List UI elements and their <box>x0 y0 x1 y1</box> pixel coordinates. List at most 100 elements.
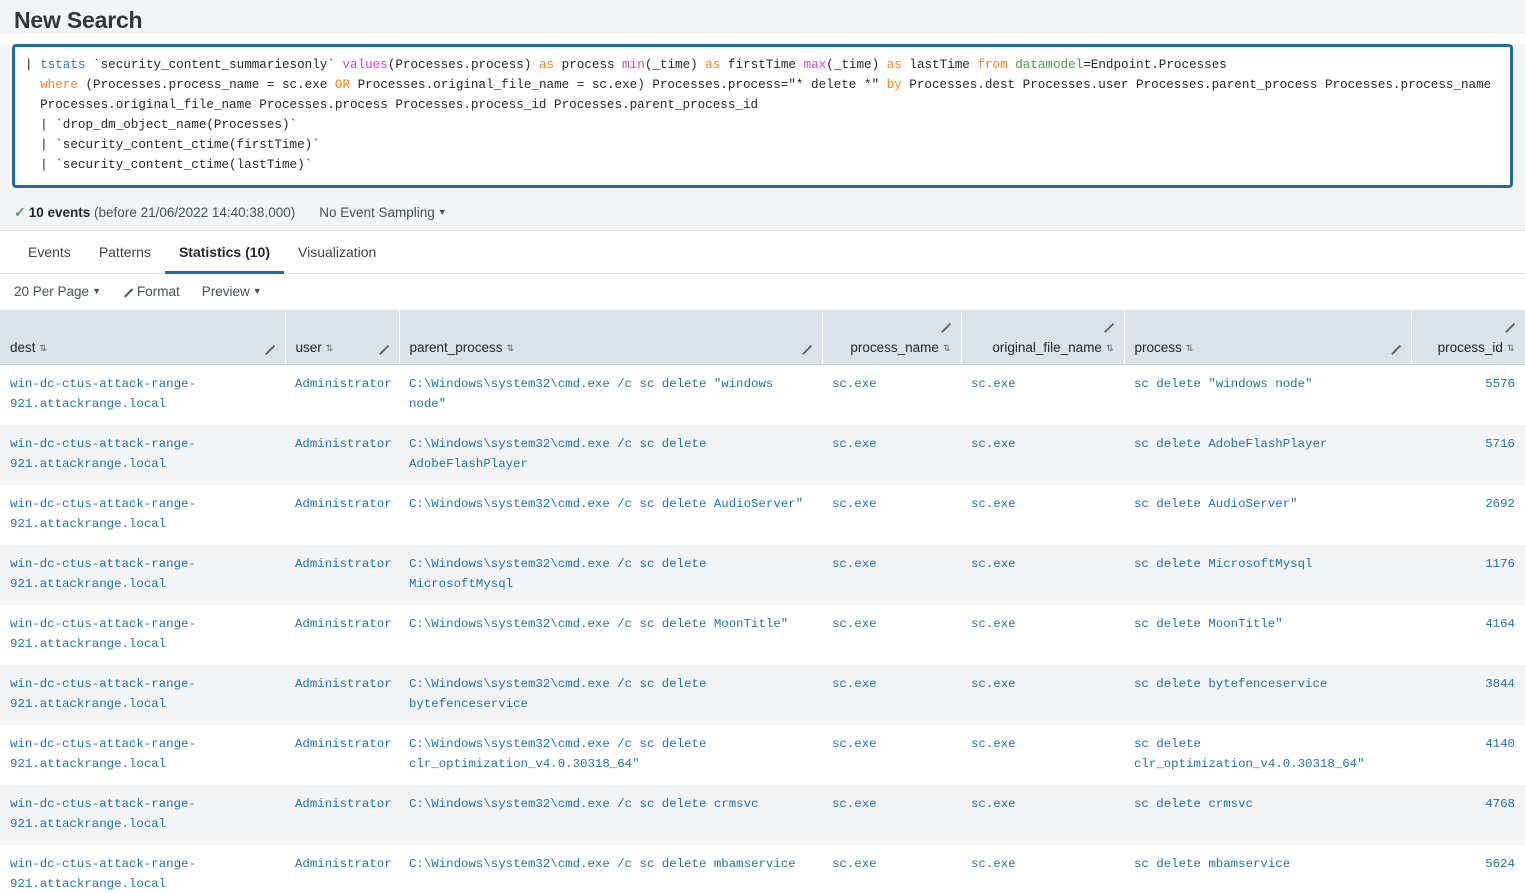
table-row[interactable]: win-dc-ctus-attack-range-921.attackrange… <box>0 604 1525 665</box>
cell-user[interactable]: Administrator <box>285 424 399 485</box>
table-row[interactable]: win-dc-ctus-attack-range-921.attackrange… <box>0 784 1525 845</box>
cell-process[interactable]: sc delete AdobeFlashPlayer <box>1124 424 1411 485</box>
tab-visualization[interactable]: Visualization <box>284 231 390 274</box>
cell-process-name[interactable]: sc.exe <box>822 724 961 785</box>
cell-process-id[interactable]: 5576 <box>1411 364 1525 425</box>
sort-arrows-icon[interactable]: ⇅ <box>1507 343 1515 353</box>
table-row[interactable]: win-dc-ctus-attack-range-921.attackrange… <box>0 424 1525 485</box>
cell-process[interactable]: sc delete MicrosoftMysql <box>1124 544 1411 605</box>
sort-arrows-icon[interactable]: ⇅ <box>507 343 515 353</box>
cell-dest[interactable]: win-dc-ctus-attack-range-921.attackrange… <box>0 724 285 785</box>
cell-parent-process[interactable]: C:\Windows\system32\cmd.exe /c sc delete… <box>399 364 822 425</box>
cell-user[interactable]: Administrator <box>285 484 399 545</box>
statistics-table-container[interactable]: dest ⇅ user ⇅ parent_process ⇅ process_name ⇅ or… <box>0 311 1525 893</box>
format-button[interactable]: Format <box>123 284 180 299</box>
tab-events[interactable]: Events <box>14 231 85 274</box>
cell-original-file-name[interactable]: sc.exe <box>961 364 1124 425</box>
cell-user[interactable]: Administrator <box>285 844 399 893</box>
cell-dest[interactable]: win-dc-ctus-attack-range-921.attackrange… <box>0 484 285 545</box>
cell-process-id[interactable]: 4164 <box>1411 604 1525 665</box>
cell-original-file-name[interactable]: sc.exe <box>961 844 1124 893</box>
cell-process-name[interactable]: sc.exe <box>822 544 961 605</box>
table-row[interactable]: win-dc-ctus-attack-range-921.attackrange… <box>0 844 1525 893</box>
cell-user[interactable]: Administrator <box>285 664 399 725</box>
table-row[interactable]: win-dc-ctus-attack-range-921.attackrange… <box>0 484 1525 545</box>
cell-process-id[interactable]: 2692 <box>1411 484 1525 545</box>
cell-process-id[interactable]: 3844 <box>1411 664 1525 725</box>
cell-original-file-name[interactable]: sc.exe <box>961 664 1124 725</box>
cell-user[interactable]: Administrator <box>285 544 399 605</box>
cell-dest[interactable]: win-dc-ctus-attack-range-921.attackrange… <box>0 784 285 845</box>
cell-dest[interactable]: win-dc-ctus-attack-range-921.attackrange… <box>0 604 285 665</box>
cell-process[interactable]: sc delete "windows node" <box>1124 364 1411 425</box>
column-edit-pencil-icon[interactable] <box>1503 321 1515 333</box>
cell-parent-process[interactable]: C:\Windows\system32\cmd.exe /c sc delete… <box>399 484 822 545</box>
cell-process[interactable]: sc delete AudioServer" <box>1124 484 1411 545</box>
cell-user[interactable]: Administrator <box>285 364 399 425</box>
cell-user[interactable]: Administrator <box>285 604 399 665</box>
cell-user[interactable]: Administrator <box>285 784 399 845</box>
cell-parent-process[interactable]: C:\Windows\system32\cmd.exe /c sc delete… <box>399 844 822 893</box>
cell-original-file-name[interactable]: sc.exe <box>961 724 1124 785</box>
cell-parent-process[interactable]: C:\Windows\system32\cmd.exe /c sc delete… <box>399 664 822 725</box>
cell-process-name[interactable]: sc.exe <box>822 784 961 845</box>
column-edit-pencil-icon[interactable] <box>1389 343 1401 355</box>
cell-process-name[interactable]: sc.exe <box>822 364 961 425</box>
per-page-dropdown[interactable]: 20 Per Page ▼ <box>14 284 101 299</box>
sort-arrows-icon[interactable]: ⇅ <box>1106 343 1114 353</box>
cell-process[interactable]: sc delete mbamservice <box>1124 844 1411 893</box>
sort-arrows-icon[interactable]: ⇅ <box>326 343 334 353</box>
column-header-process-id[interactable]: process_id ⇅ <box>1411 311 1525 365</box>
sort-arrows-icon[interactable]: ⇅ <box>1186 343 1194 353</box>
column-header-original-file-name[interactable]: original_file_name ⇅ <box>961 311 1125 365</box>
column-header-process-name[interactable]: process_name ⇅ <box>822 311 962 365</box>
cell-process-id[interactable]: 5624 <box>1411 844 1525 893</box>
column-header-user[interactable]: user ⇅ <box>285 311 400 365</box>
cell-process-id[interactable]: 5716 <box>1411 424 1525 485</box>
preview-dropdown[interactable]: Preview ▼ <box>202 284 262 299</box>
column-edit-pencil-icon[interactable] <box>800 343 812 355</box>
cell-process-name[interactable]: sc.exe <box>822 664 961 725</box>
cell-process[interactable]: sc delete crmsvc <box>1124 784 1411 845</box>
cell-dest[interactable]: win-dc-ctus-attack-range-921.attackrange… <box>0 844 285 893</box>
sort-arrows-icon[interactable]: ⇅ <box>40 343 48 353</box>
cell-process-name[interactable]: sc.exe <box>822 844 961 893</box>
cell-process-id[interactable]: 4140 <box>1411 724 1525 785</box>
cell-process[interactable]: sc delete bytefenceservice <box>1124 664 1411 725</box>
cell-dest[interactable]: win-dc-ctus-attack-range-921.attackrange… <box>0 424 285 485</box>
cell-parent-process[interactable]: C:\Windows\system32\cmd.exe /c sc delete… <box>399 424 822 485</box>
column-edit-pencil-icon[interactable] <box>1102 321 1114 333</box>
tab-statistics-10[interactable]: Statistics (10) <box>164 231 284 274</box>
event-sampling-dropdown[interactable]: No Event Sampling ▼ <box>319 205 446 220</box>
cell-process[interactable]: sc delete clr_optimization_v4.0.30318_64… <box>1124 724 1411 785</box>
sort-arrows-icon[interactable]: ⇅ <box>943 343 951 353</box>
cell-process-id[interactable]: 1176 <box>1411 544 1525 605</box>
cell-process-name[interactable]: sc.exe <box>822 484 961 545</box>
column-edit-pencil-icon[interactable] <box>263 343 275 355</box>
cell-process-id[interactable]: 4768 <box>1411 784 1525 845</box>
table-row[interactable]: win-dc-ctus-attack-range-921.attackrange… <box>0 664 1525 725</box>
table-row[interactable]: win-dc-ctus-attack-range-921.attackrange… <box>0 544 1525 605</box>
cell-process-name[interactable]: sc.exe <box>822 604 961 665</box>
cell-dest[interactable]: win-dc-ctus-attack-range-921.attackrange… <box>0 364 285 425</box>
cell-original-file-name[interactable]: sc.exe <box>961 544 1124 605</box>
table-row[interactable]: win-dc-ctus-attack-range-921.attackrange… <box>0 364 1525 425</box>
cell-process-name[interactable]: sc.exe <box>822 424 961 485</box>
tab-patterns[interactable]: Patterns <box>85 231 165 274</box>
cell-original-file-name[interactable]: sc.exe <box>961 484 1124 545</box>
cell-original-file-name[interactable]: sc.exe <box>961 784 1124 845</box>
cell-parent-process[interactable]: C:\Windows\system32\cmd.exe /c sc delete… <box>399 544 822 605</box>
cell-parent-process[interactable]: C:\Windows\system32\cmd.exe /c sc delete… <box>399 724 822 785</box>
cell-dest[interactable]: win-dc-ctus-attack-range-921.attackrange… <box>0 544 285 605</box>
column-edit-pencil-icon[interactable] <box>939 321 951 333</box>
column-header-process[interactable]: process ⇅ <box>1124 311 1412 365</box>
search-query-input[interactable]: | tstats `security_content_summariesonly… <box>12 44 1513 188</box>
table-row[interactable]: win-dc-ctus-attack-range-921.attackrange… <box>0 724 1525 785</box>
cell-parent-process[interactable]: C:\Windows\system32\cmd.exe /c sc delete… <box>399 604 822 665</box>
cell-dest[interactable]: win-dc-ctus-attack-range-921.attackrange… <box>0 664 285 725</box>
cell-original-file-name[interactable]: sc.exe <box>961 604 1124 665</box>
cell-process[interactable]: sc delete MoonTitle" <box>1124 604 1411 665</box>
column-header-dest[interactable]: dest ⇅ <box>0 311 286 365</box>
cell-original-file-name[interactable]: sc.exe <box>961 424 1124 485</box>
cell-user[interactable]: Administrator <box>285 724 399 785</box>
